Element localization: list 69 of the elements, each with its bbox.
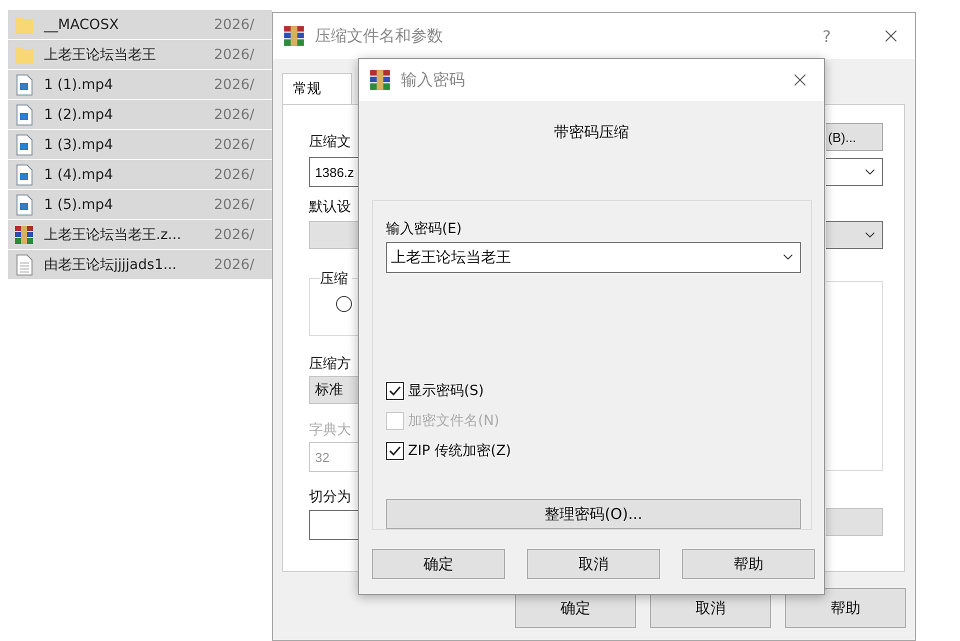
video-file-icon [14, 194, 34, 216]
tab[interactable]: 常规 [282, 73, 352, 104]
dropdown[interactable] [826, 221, 883, 249]
file-name: __MACOSX [42, 16, 120, 32]
file-date: 2026/ [214, 166, 254, 182]
password-field[interactable]: 上老王论坛当老王 [386, 242, 801, 273]
file-name: 1 (3).mp4 [43, 136, 114, 152]
field-label: 字典大 [309, 422, 352, 439]
video-file-icon [14, 164, 34, 186]
file-date: 2026/ [214, 106, 254, 122]
help-mark[interactable]: ? [822, 26, 831, 46]
dialog-button[interactable]: 确定 [372, 549, 505, 579]
file-row[interactable]: 1 (4).mp4 2026/ [8, 160, 272, 190]
books-icon [369, 69, 391, 91]
file-name: 1 (4).mp4 [43, 166, 114, 182]
dropdown[interactable] [826, 158, 883, 186]
books-icon [283, 25, 305, 47]
field-label: 默认设 [309, 199, 352, 216]
input-field[interactable] [309, 510, 359, 540]
checkbox-label: ZIP 传统加密(Z) [408, 442, 512, 460]
text-file-icon [14, 254, 34, 276]
file-date: 2026/ [214, 256, 254, 272]
books-icon [14, 224, 34, 244]
checkbox[interactable] [386, 442, 404, 460]
file-row[interactable]: 上老王论坛当老王 2026/ [8, 40, 272, 70]
file-date: 2026/ [214, 16, 254, 32]
file-date: 2026/ [214, 136, 254, 152]
file-date: 2026/ [214, 76, 254, 92]
radio-button[interactable] [336, 296, 352, 312]
field-label: 压缩方 [309, 356, 352, 373]
file-name: 1 (2).mp4 [43, 106, 114, 122]
checkbox-label: 显示密码(S) [408, 382, 484, 400]
browse-button[interactable]: (B)... [826, 123, 883, 151]
file-row[interactable]: 1 (1).mp4 2026/ [8, 70, 272, 100]
file-name: 1 (5).mp4 [43, 196, 114, 212]
organize-button[interactable]: 整理密码(O)... [386, 499, 801, 529]
file-row[interactable]: __MACOSX 2026/ [8, 10, 272, 40]
file-row[interactable]: 由老王论坛jjjjads1... 2026/ [8, 250, 272, 280]
dropdown[interactable]: 标准 [309, 376, 359, 404]
file-row[interactable]: 1 (5).mp4 2026/ [8, 190, 272, 220]
file-name: 1 (1).mp4 [43, 76, 114, 92]
dialog-button[interactable]: 帮助 [785, 588, 906, 628]
file-date: 2026/ [214, 46, 254, 62]
video-file-icon [14, 74, 34, 96]
dialog-button[interactable]: 帮助 [682, 549, 815, 579]
file-name: 上老王论坛当老王 [43, 46, 157, 64]
window-title: 输入密码 [401, 70, 466, 90]
video-file-icon [14, 134, 34, 156]
video-file-icon [14, 104, 34, 126]
checkmark-icon [388, 384, 402, 398]
file-row[interactable]: 1 (2).mp4 2026/ [8, 100, 272, 130]
checkbox-label: 加密文件名(N) [408, 412, 500, 430]
file-name: 上老王论坛当老王.z... [43, 226, 182, 244]
file-date: 2026/ [214, 196, 254, 212]
dialog-button[interactable]: 取消 [527, 549, 660, 579]
checkbox[interactable] [386, 382, 404, 400]
file-date: 2026/ [214, 226, 254, 242]
checkmark-icon [388, 444, 402, 458]
file-row[interactable]: 上老王论坛当老王.z... 2026/ [8, 220, 272, 250]
file-row[interactable]: 1 (3).mp4 2026/ [8, 130, 272, 160]
file-name: 由老王论坛jjjjads1... [43, 256, 178, 274]
password-value: 上老王论坛当老王 [391, 248, 511, 267]
field-label: 输入密码(E) [386, 221, 463, 238]
input-field[interactable]: 1386.z [309, 157, 359, 187]
window-title: 压缩文件名和参数 [315, 26, 444, 46]
dialog-heading: 带密码压缩 [554, 123, 629, 142]
group-label: 压缩 [320, 270, 352, 288]
field-label: 压缩文 [309, 134, 352, 151]
field-label: 切分为 [309, 489, 352, 506]
